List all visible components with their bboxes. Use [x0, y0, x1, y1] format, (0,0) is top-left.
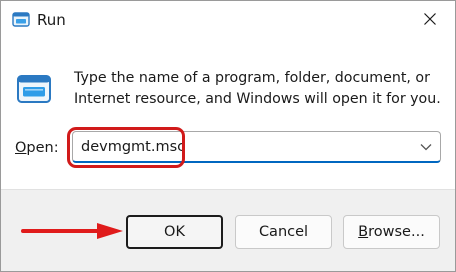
run-dialog-window: Run Type the name of a program, folder, …	[0, 0, 456, 272]
dialog-description: Type the name of a program, folder, docu…	[74, 70, 441, 107]
dialog-content: Type the name of a program, folder, docu…	[1, 41, 455, 189]
ok-button-label: OK	[164, 224, 185, 240]
open-label-text: pen:	[26, 140, 59, 156]
browse-button-label: Browse...	[358, 224, 425, 240]
cancel-button[interactable]: Cancel	[235, 215, 332, 249]
run-dialog-icon	[16, 74, 52, 104]
chevron-down-icon[interactable]	[417, 139, 435, 155]
browse-button[interactable]: Browse...	[343, 215, 440, 249]
browse-accelerator: B	[358, 224, 369, 240]
cancel-button-label: Cancel	[258, 224, 309, 240]
command-input[interactable]: devmgmt.msc	[81, 138, 185, 156]
dialog-footer: OK Cancel Browse...	[1, 189, 455, 271]
window-title: Run	[37, 11, 66, 29]
open-label: Open:	[15, 139, 59, 157]
browse-label-text: rowse...	[368, 224, 425, 240]
close-icon	[423, 11, 437, 30]
close-button[interactable]	[411, 5, 449, 35]
ok-button[interactable]: OK	[126, 215, 223, 249]
open-label-accelerator: O	[15, 140, 27, 156]
title-bar[interactable]: Run	[1, 1, 455, 41]
run-app-icon	[12, 12, 30, 28]
command-combobox[interactable]: devmgmt.msc	[72, 131, 441, 163]
